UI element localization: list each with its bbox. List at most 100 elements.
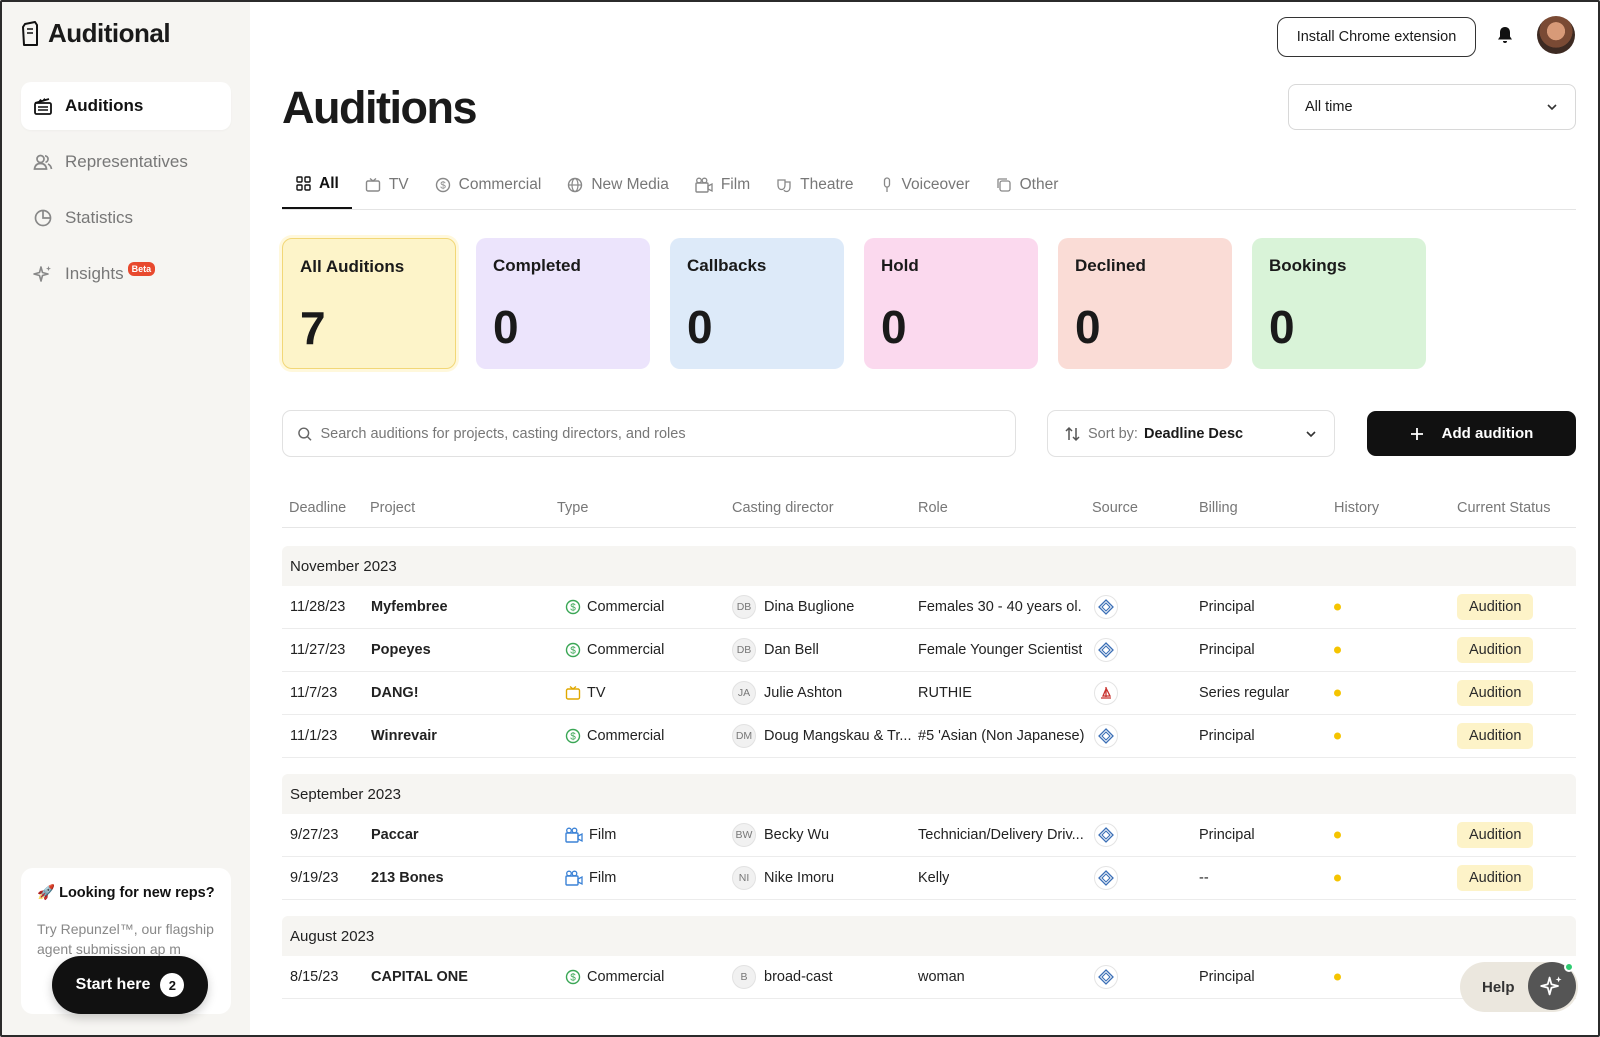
- tab-other[interactable]: Other: [983, 160, 1072, 209]
- sidebar-item-auditions[interactable]: Auditions: [21, 82, 231, 130]
- col-role[interactable]: Role: [918, 500, 948, 516]
- status-badge[interactable]: Audition: [1457, 637, 1534, 663]
- start-here-label: Start here: [75, 976, 151, 993]
- history-dot: [1334, 603, 1341, 611]
- type-label: Commercial: [587, 642, 665, 658]
- cell-source: [1094, 724, 1118, 748]
- tab-voiceover[interactable]: Voiceover: [867, 160, 983, 209]
- sidebar-item-label: Representatives: [65, 152, 188, 171]
- sort-prefix: Sort by:: [1088, 425, 1138, 442]
- app-logo[interactable]: Auditional: [20, 18, 171, 49]
- add-audition-button[interactable]: Add audition: [1367, 411, 1576, 456]
- status-badge[interactable]: Audition: [1457, 680, 1534, 706]
- sparkles-icon: [33, 266, 51, 282]
- col-current-status[interactable]: Current Status: [1457, 500, 1551, 516]
- cell-project: Popeyes: [371, 642, 431, 658]
- cell-role: #5 'Asian (Non Japanese): [918, 728, 1085, 744]
- cd-initials: BW: [732, 823, 756, 847]
- tab-tv[interactable]: TV: [352, 160, 422, 209]
- sidebar: Auditional Auditions Representatives Sta…: [0, 0, 250, 1037]
- stat-value: 0: [1269, 301, 1295, 353]
- chevron-down-icon: [1547, 104, 1557, 111]
- col-deadline[interactable]: Deadline: [289, 500, 346, 516]
- cell-type: Film: [565, 870, 616, 886]
- tab-all[interactable]: All: [282, 160, 352, 209]
- sidebar-item-representatives[interactable]: Representatives: [21, 138, 231, 186]
- table-row[interactable]: 11/1/23 Winrevair $ Commercial DM Doug Man…: [282, 715, 1576, 758]
- stat-card-all-auditions[interactable]: All Auditions 7: [282, 238, 456, 369]
- cd-initials: NI: [732, 866, 756, 890]
- col-type[interactable]: Type: [557, 500, 588, 516]
- microphone-icon: [883, 176, 890, 192]
- stat-cards: All Auditions 7 Completed 0 Callbacks 0 …: [282, 238, 1426, 369]
- cell-billing: Series regular: [1199, 685, 1290, 701]
- cell-deadline: 11/27/23: [290, 642, 346, 658]
- cell-role: Technician/Delivery Driv...: [918, 827, 1084, 843]
- cell-billing: Principal: [1199, 599, 1255, 615]
- col-casting-director[interactable]: Casting director: [732, 500, 834, 516]
- cell-type: $ Commercial: [565, 642, 664, 658]
- cell-billing: Principal: [1199, 642, 1255, 658]
- table-row[interactable]: 9/27/23 Paccar Film BW Becky Wu Technicia…: [282, 814, 1576, 857]
- install-chrome-extension-button[interactable]: Install Chrome extension: [1277, 17, 1476, 57]
- status-badge[interactable]: Audition: [1457, 594, 1534, 620]
- cell-source: [1094, 866, 1118, 890]
- user-avatar[interactable]: [1537, 16, 1575, 54]
- tab-film[interactable]: Film: [682, 160, 763, 209]
- cell-role: Female Younger Scientist: [918, 642, 1083, 658]
- svg-text:$: $: [440, 180, 446, 191]
- tv-icon: [365, 177, 381, 192]
- time-filter-select[interactable]: All time: [1288, 84, 1576, 130]
- cell-deadline: 11/1/23: [290, 728, 338, 744]
- group-header: November 2023: [282, 546, 1576, 586]
- status-badge[interactable]: Audition: [1457, 723, 1534, 749]
- tab-theatre[interactable]: Theatre: [763, 160, 866, 209]
- search-icon: [298, 426, 312, 441]
- search-box: [282, 410, 1016, 457]
- table-row[interactable]: 9/19/23 213 Bones Film NI Nike Imoru Kell…: [282, 857, 1576, 900]
- sidebar-nav: Auditions Representatives Statistics Ins…: [21, 82, 231, 306]
- col-billing[interactable]: Billing: [1199, 500, 1238, 516]
- tab-new-media[interactable]: New Media: [554, 160, 682, 209]
- status-badge[interactable]: Audition: [1457, 822, 1534, 848]
- history-dot: [1334, 831, 1341, 839]
- table-header: Deadline Project Type Casting director R…: [282, 496, 1576, 528]
- sort-select[interactable]: Sort by: Deadline Desc: [1047, 410, 1335, 457]
- type-tabs: All TV $ Commercial New Media Film Theat…: [282, 160, 1576, 210]
- cell-source: [1094, 595, 1118, 619]
- sidebar-item-statistics[interactable]: Statistics: [21, 194, 231, 242]
- cell-type: $ Commercial: [565, 969, 664, 985]
- bell-icon: [1498, 27, 1512, 43]
- col-project[interactable]: Project: [370, 500, 415, 516]
- status-badge[interactable]: Audition: [1457, 865, 1534, 891]
- history-dot: [1334, 689, 1341, 697]
- col-history[interactable]: History: [1334, 500, 1379, 516]
- dollar-icon: $: [565, 642, 581, 658]
- table-row[interactable]: 11/7/23 DANG! TV JA Julie Ashton RUTHIE S…: [282, 672, 1576, 715]
- stat-card-callbacks[interactable]: Callbacks 0: [670, 238, 844, 369]
- search-input[interactable]: [320, 425, 1001, 442]
- start-here-button[interactable]: Start here 2: [52, 956, 208, 1014]
- cell-history: [1334, 831, 1341, 839]
- cd-name: broad-cast: [764, 969, 833, 985]
- cell-history: [1334, 689, 1341, 697]
- sidebar-item-insights[interactable]: Insights Beta: [21, 250, 231, 298]
- tab-commercial[interactable]: $ Commercial: [422, 160, 555, 209]
- notifications-button[interactable]: [1490, 20, 1520, 50]
- breakdown-source-icon: [1094, 638, 1118, 662]
- stat-card-completed[interactable]: Completed 0: [476, 238, 650, 369]
- stat-card-hold[interactable]: Hold 0: [864, 238, 1038, 369]
- history-dot: [1334, 874, 1341, 882]
- cell-deadline: 8/15/23: [290, 969, 339, 985]
- cell-project: CAPITAL ONE: [371, 969, 468, 985]
- cell-type: Film: [565, 827, 616, 843]
- stat-card-declined[interactable]: Declined 0: [1058, 238, 1232, 369]
- col-source[interactable]: Source: [1092, 500, 1138, 516]
- table-row[interactable]: 8/15/23 CAPITAL ONE $ Commercial Bbroad-c…: [282, 956, 1576, 999]
- table-row[interactable]: 11/27/23 Popeyes $ Commercial DB Dan Bell …: [282, 629, 1576, 672]
- cell-role: Kelly: [918, 870, 950, 886]
- dollar-icon: $: [565, 969, 581, 985]
- stat-card-bookings[interactable]: Bookings 0: [1252, 238, 1426, 369]
- table-row[interactable]: 11/28/23 Myfembree $ Commercial DB Dina Bu…: [282, 586, 1576, 629]
- history-dot: [1334, 732, 1341, 740]
